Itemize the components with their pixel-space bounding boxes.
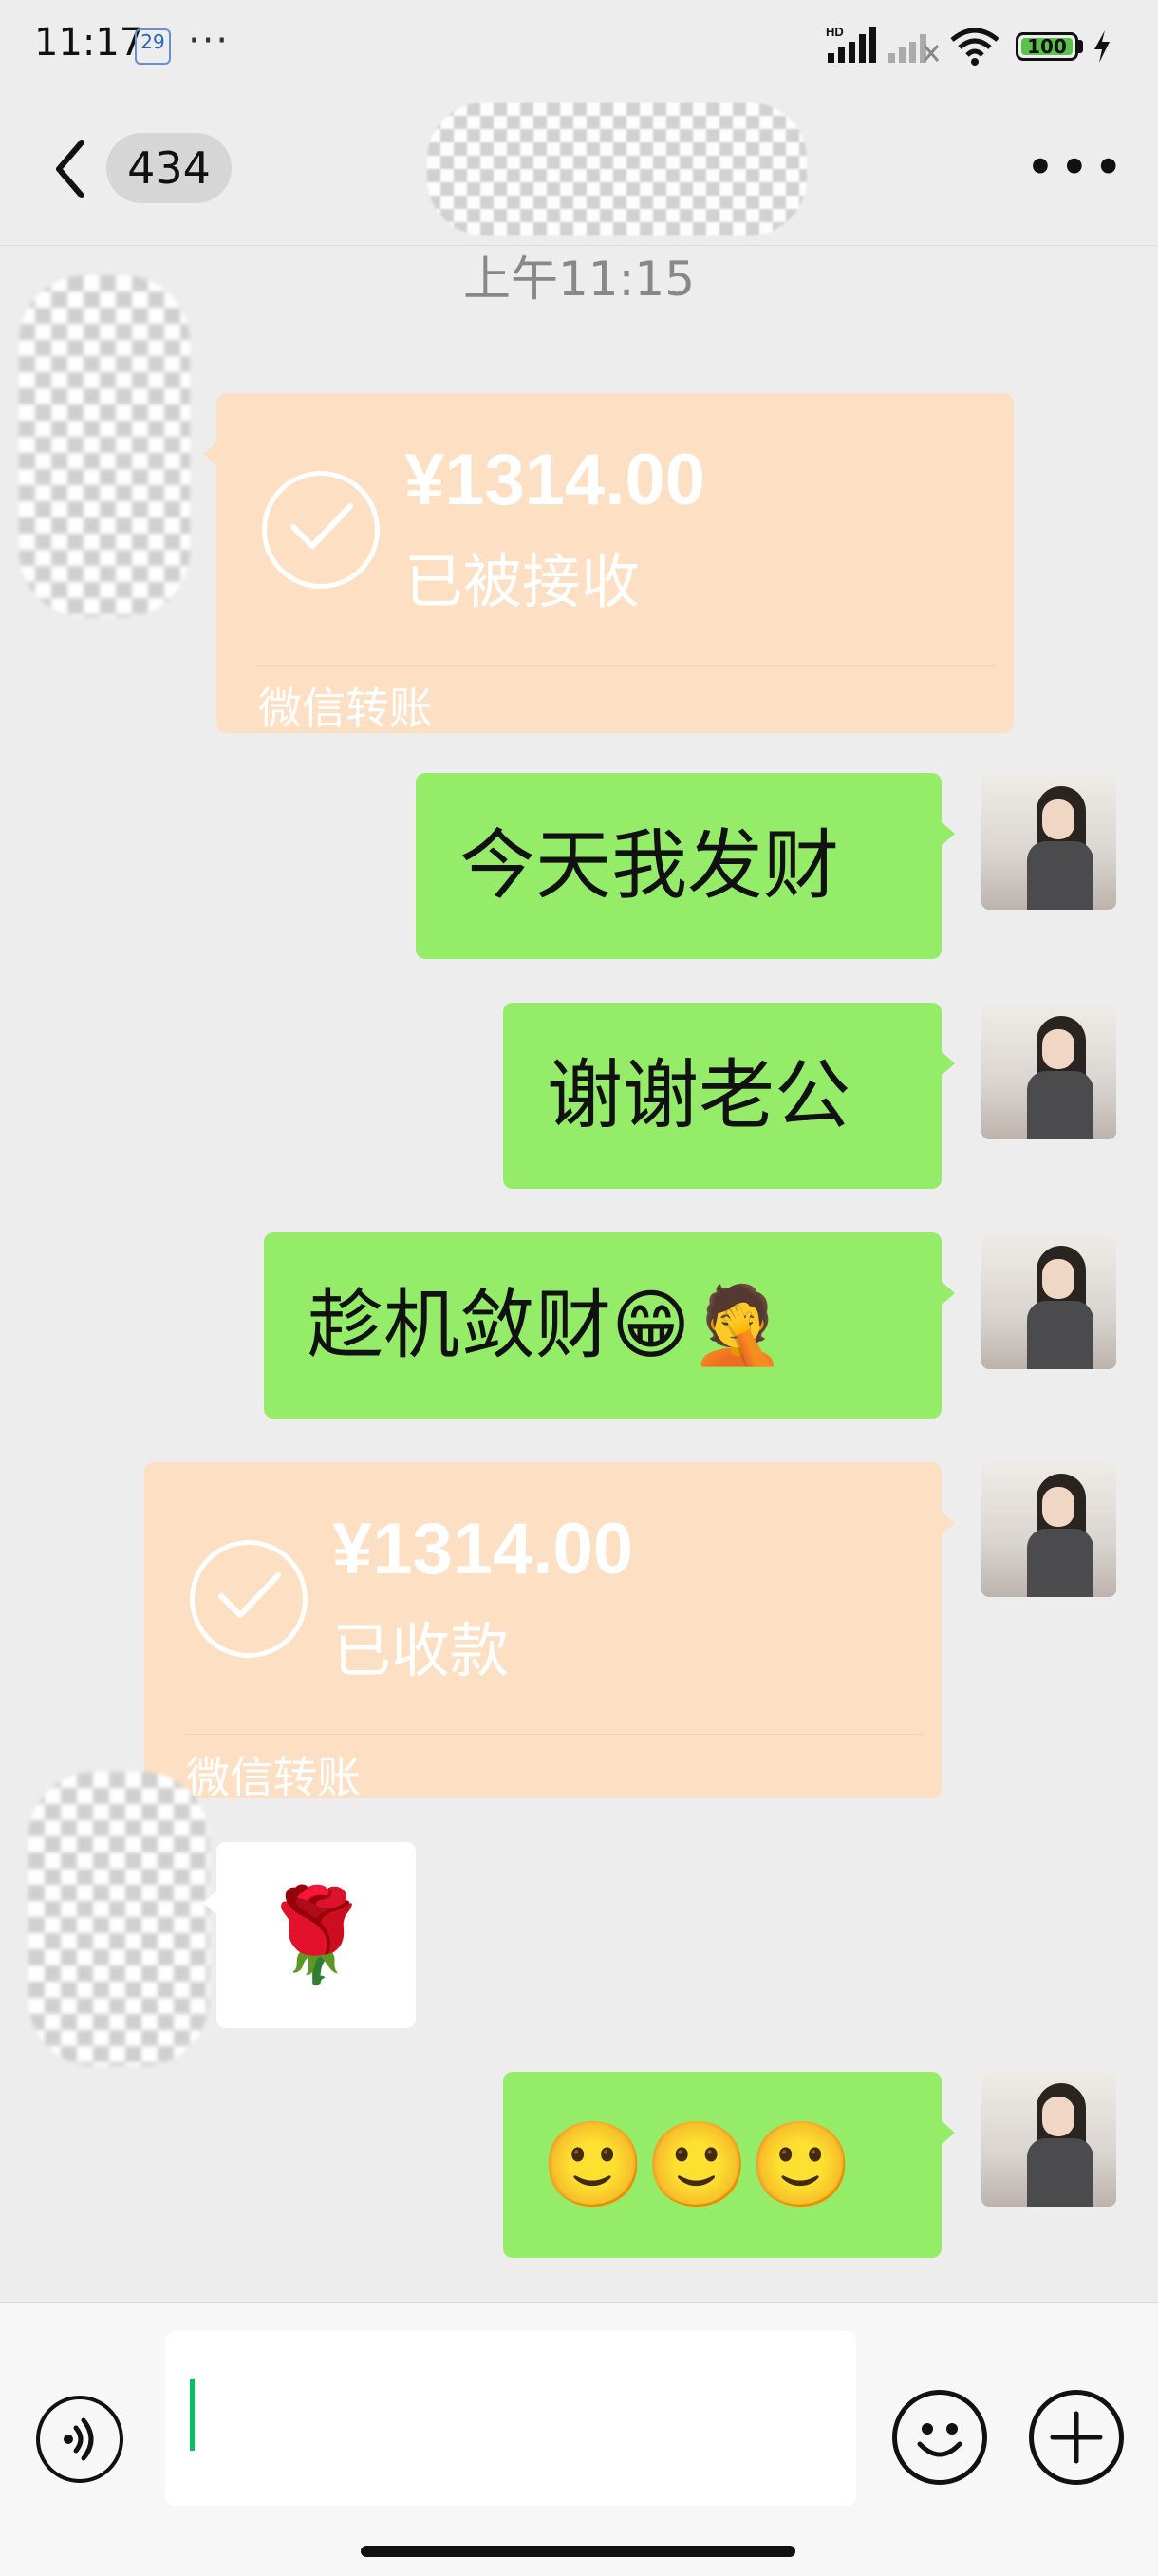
check-circle-icon: [262, 471, 380, 589]
transfer-status: 已被接收: [404, 547, 641, 616]
message-bubble[interactable]: 谢谢老公: [503, 1003, 955, 1189]
my-avatar[interactable]: [981, 775, 1116, 910]
transfer-label: 微信转账: [186, 1752, 361, 1803]
message-bubble[interactable]: 🙂🙂🙂: [503, 2072, 955, 2258]
unread-count-badge[interactable]: 434: [106, 133, 232, 203]
transfer-divider: [258, 665, 995, 666]
my-avatar[interactable]: [981, 1462, 1116, 1597]
check-circle-icon: [190, 1540, 308, 1658]
message-bubble[interactable]: 趁机敛财😁🤦: [264, 1232, 955, 1419]
text-caret: [190, 2379, 195, 2451]
svg-text:HD: HD: [826, 25, 844, 39]
chat-header: 434 •••: [0, 95, 1158, 246]
secondary-signal-icon: [887, 25, 940, 70]
contact-avatar-redacted[interactable]: [19, 275, 190, 617]
transfer-status: 已收款: [332, 1616, 510, 1685]
rose-emoji: 🌹: [259, 1882, 373, 1988]
battery-tip: [1078, 40, 1083, 53]
status-time: 11:17: [34, 21, 144, 65]
input-bar: [0, 2302, 1158, 2576]
message-text: 今天我发财: [459, 821, 839, 910]
transfer-bubble-sent[interactable]: ¥1314.00 已收款 微信转账: [144, 1462, 955, 1803]
cellular-signal-icon: HD: [826, 25, 879, 70]
back-arrow-icon[interactable]: [47, 135, 95, 203]
my-avatar[interactable]: [981, 1005, 1116, 1139]
more-notifications-icon: ···: [188, 19, 231, 63]
battery-icon: 100: [1016, 32, 1078, 61]
home-indicator[interactable]: [361, 2546, 795, 2557]
charging-icon: [1092, 28, 1112, 68]
message-text: 谢谢老公: [547, 1051, 850, 1139]
message-input[interactable]: [165, 2331, 856, 2506]
status-bar: 11:17 29 ··· HD 100: [0, 0, 1158, 95]
transfer-divider: [186, 1734, 923, 1735]
calendar-icon: 29: [135, 28, 171, 65]
wifi-icon: [949, 27, 1000, 70]
transfer-amount: ¥1314.00: [404, 440, 705, 520]
transfer-amount: ¥1314.00: [332, 1509, 633, 1589]
message-text: 趁机敛财😁🤦: [308, 1281, 786, 1369]
emoji-icon[interactable]: [892, 2390, 987, 2485]
more-options-icon[interactable]: •••: [1025, 142, 1128, 194]
battery-level: 100: [1021, 37, 1073, 56]
my-avatar[interactable]: [981, 2072, 1116, 2207]
add-icon[interactable]: [1029, 2390, 1124, 2485]
contact-avatar-redacted[interactable]: [28, 1772, 209, 2066]
my-avatar[interactable]: [981, 1234, 1116, 1369]
transfer-bubble-received[interactable]: ¥1314.00 已被接收 微信转账: [203, 393, 1014, 734]
message-text: 🙂🙂🙂: [541, 2115, 853, 2213]
message-bubble[interactable]: 今天我发财: [416, 773, 955, 959]
sticker-bubble[interactable]: 🌹: [203, 1842, 416, 2028]
voice-input-icon[interactable]: [36, 2396, 123, 2483]
transfer-label: 微信转账: [258, 683, 433, 734]
chat-title-redacted: [427, 103, 807, 235]
